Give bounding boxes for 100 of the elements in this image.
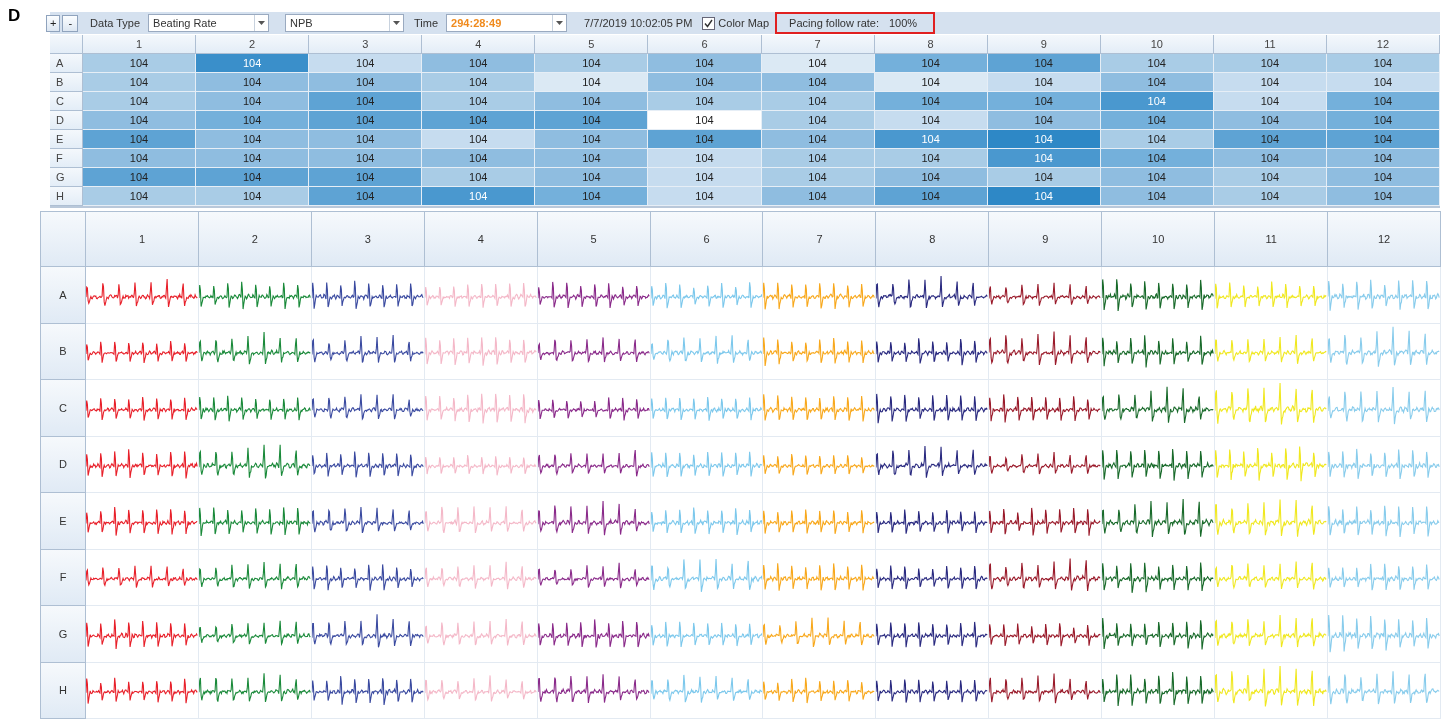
table-cell: 104	[1326, 168, 1440, 187]
column-header: 10	[1100, 35, 1214, 54]
table-cell: 104	[987, 168, 1101, 187]
table-cell: 104	[83, 73, 197, 92]
table-cell: 104	[1326, 149, 1440, 168]
table-cell: 104	[874, 130, 988, 149]
zoom-out-button[interactable]: -	[62, 14, 79, 32]
field-label: Time	[414, 17, 439, 29]
corner-header	[50, 35, 83, 54]
table-cell: 104	[1100, 168, 1214, 187]
table-cell: 104	[535, 92, 649, 111]
table-cell: 104	[987, 73, 1101, 92]
row-header: A	[50, 54, 83, 73]
row-header: H	[41, 662, 86, 719]
table-cell: 104	[987, 111, 1101, 130]
column-header: 9	[987, 35, 1101, 54]
table-cell: 104	[761, 168, 875, 187]
table-cell: 104	[648, 111, 762, 130]
series-dropdown[interactable]: NPB	[285, 14, 405, 32]
checkmark-icon	[704, 18, 714, 28]
column-header: 6	[648, 35, 762, 54]
table-cell: 104	[1213, 73, 1327, 92]
table-cell: 104	[83, 187, 197, 206]
row-header: D	[50, 111, 83, 130]
column-header: 5	[537, 212, 651, 267]
column-header: 5	[535, 35, 649, 54]
table-cell: 104	[1213, 92, 1327, 111]
pacing-rate-value: 100%	[889, 17, 918, 29]
row-header: B	[41, 323, 86, 380]
table-cell: 104	[83, 111, 197, 130]
column-header: 4	[424, 212, 538, 267]
table-cell: 104	[761, 130, 875, 149]
table-cell: 104	[648, 73, 762, 92]
table-cell: 104	[1100, 54, 1214, 73]
table-cell: 104	[196, 149, 310, 168]
table-cell: 104	[196, 168, 310, 187]
table-cell: 104	[1213, 111, 1327, 130]
table-cell: 104	[1326, 73, 1440, 92]
table-cell: 104	[648, 149, 762, 168]
field-label: Data Type	[90, 17, 141, 29]
table-cell: 104	[196, 130, 310, 149]
table-cell: 104	[309, 130, 423, 149]
table-cell: 104	[1100, 130, 1214, 149]
table-cell: 104	[761, 73, 875, 92]
caret-icon	[556, 21, 564, 25]
table-cell: 104	[535, 168, 649, 187]
zoom-in-button[interactable]: +	[46, 14, 61, 32]
table-cell: 104	[987, 130, 1101, 149]
column-header: 8	[874, 35, 988, 54]
table-cell: 104	[1213, 54, 1327, 73]
column-header: 7	[763, 212, 877, 267]
column-header: 9	[989, 212, 1103, 267]
color-map-checkbox[interactable]: Color Map	[702, 16, 770, 30]
table-cell: 104	[1100, 111, 1214, 130]
data-type-dropdown[interactable]: Beating Rate	[148, 14, 270, 32]
column-header: 11	[1213, 35, 1327, 54]
row-header: D	[41, 436, 86, 493]
table-cell: 104	[422, 73, 536, 92]
table-cell: 104	[761, 54, 875, 73]
table-cell: 104	[422, 168, 536, 187]
column-header: 11	[1215, 212, 1329, 267]
row-header: B	[50, 73, 83, 92]
column-header: 8	[876, 212, 990, 267]
row-header: F	[50, 149, 83, 168]
row-header: G	[50, 168, 83, 187]
column-header: 2	[196, 35, 310, 54]
column-header: 4	[422, 35, 536, 54]
table-cell: 104	[1326, 54, 1440, 73]
table-cell: 104	[1326, 187, 1440, 206]
table-cell: 104	[422, 54, 536, 73]
table-cell: 104	[309, 149, 423, 168]
column-header: 10	[1102, 212, 1216, 267]
caret-icon	[393, 21, 401, 25]
table-cell: 104	[874, 187, 988, 206]
table-cell: 104	[648, 130, 762, 149]
figure-label: D	[8, 6, 21, 25]
column-header: 3	[309, 35, 423, 54]
table-cell: 104	[987, 187, 1101, 206]
table-cell: 104	[422, 187, 536, 206]
table-cell: 104	[648, 92, 762, 111]
table-cell: 104	[1213, 149, 1327, 168]
table-cell: 104	[987, 149, 1101, 168]
caret-icon	[258, 21, 266, 25]
table-cell: 104	[535, 111, 649, 130]
table-cell: 104	[535, 187, 649, 206]
row-header: A	[41, 267, 86, 324]
table-cell: 104	[309, 54, 423, 73]
row-header: C	[41, 380, 86, 437]
table-cell: 104	[761, 149, 875, 168]
table-cell: 104	[535, 149, 649, 168]
table-cell: 104	[309, 92, 423, 111]
table-cell: 104	[422, 111, 536, 130]
table-cell: 104	[1213, 187, 1327, 206]
row-header: E	[50, 130, 83, 149]
table-cell: 104	[1326, 111, 1440, 130]
table-cell: 104	[83, 168, 197, 187]
column-header: 7	[761, 35, 875, 54]
column-header: 1	[83, 35, 197, 54]
table-cell: 104	[1100, 187, 1214, 206]
table-cell: 104	[535, 130, 649, 149]
